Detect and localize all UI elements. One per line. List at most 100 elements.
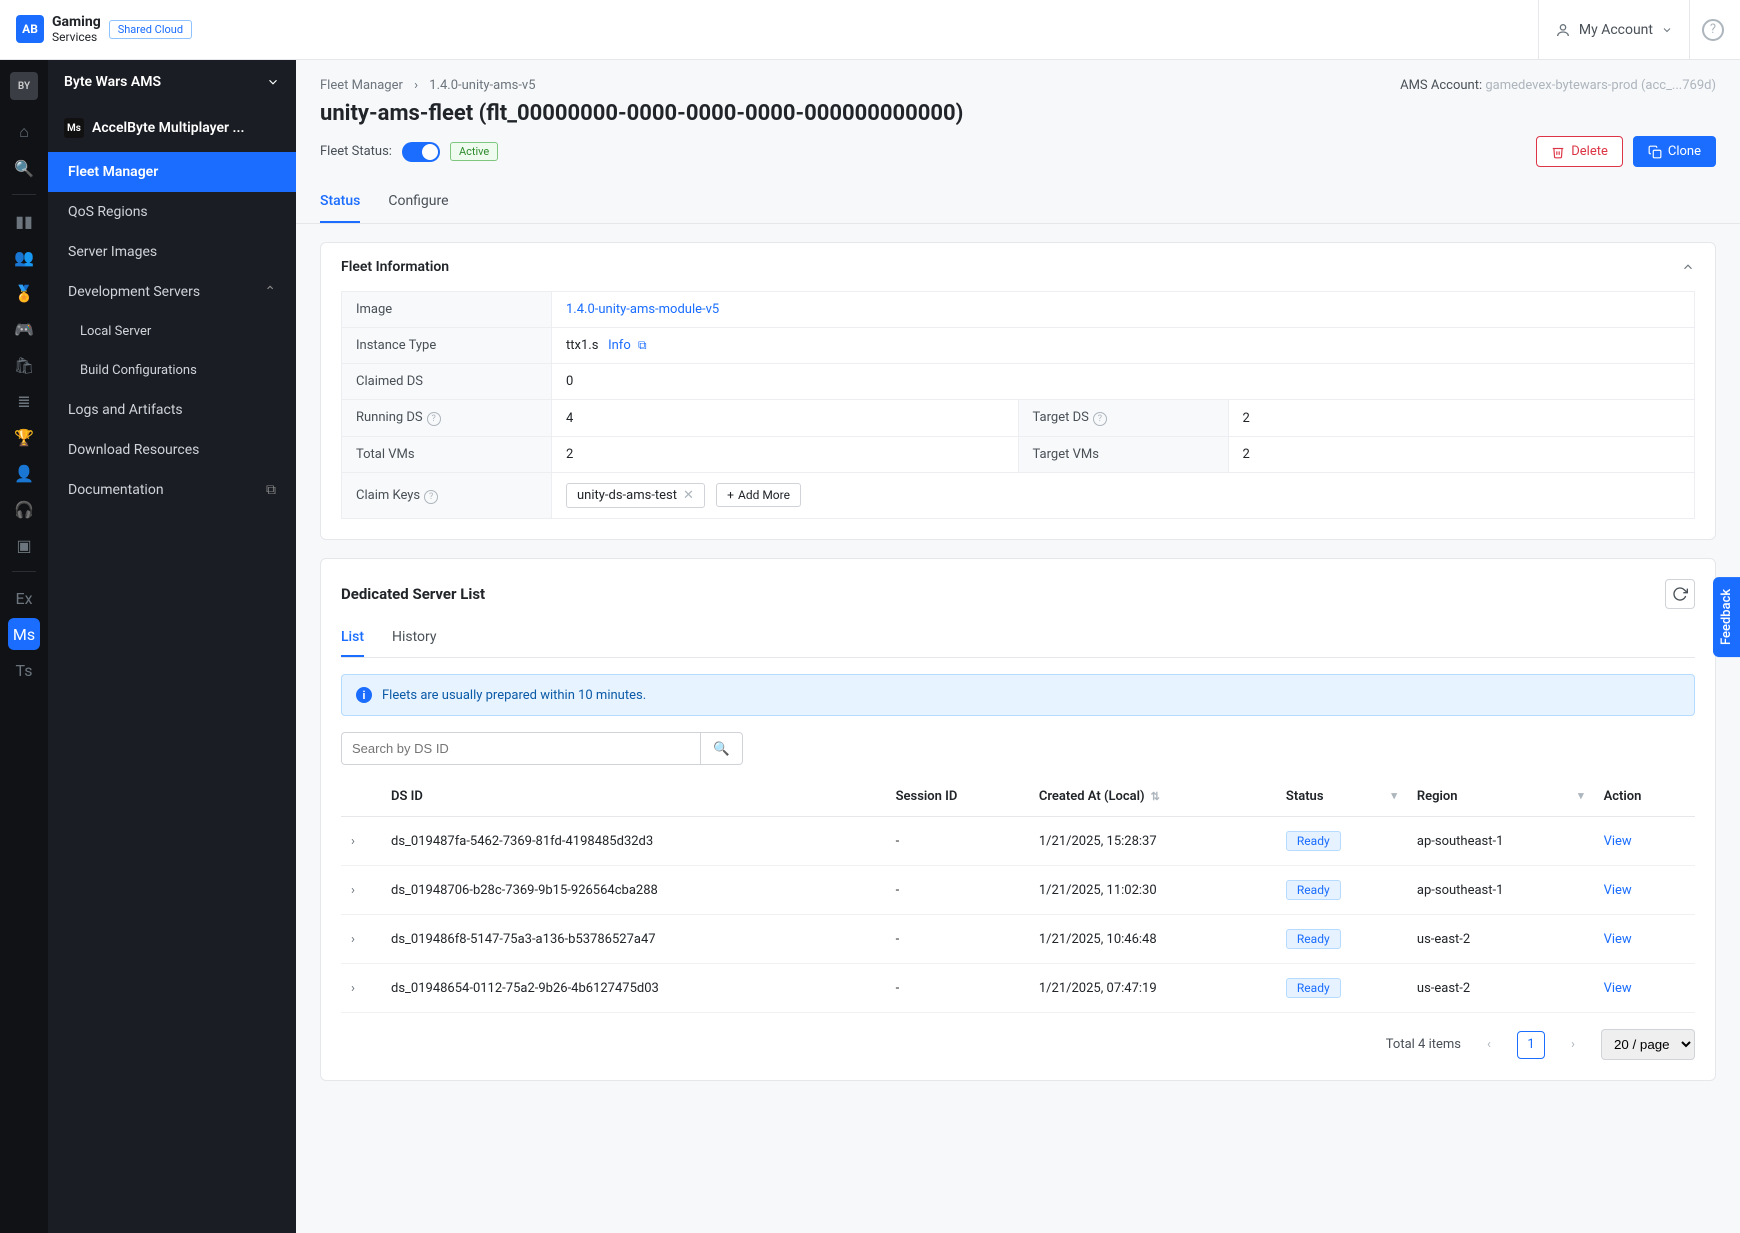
delete-button[interactable]: Delete [1536,136,1623,167]
rail-ms-icon[interactable]: Ms [8,618,40,650]
chevron-down-icon [1661,24,1673,36]
rail-ex-icon[interactable]: Ex [8,582,40,614]
info-label: Target VMs [1018,437,1228,473]
sidebar-item[interactable]: Logs and Artifacts [48,390,296,430]
rail-search-icon[interactable]: 🔍 [8,152,40,184]
col-dsid: DS ID [381,777,886,817]
tab-configure[interactable]: Configure [388,193,448,223]
session-id: - [886,915,1029,964]
ds-id: ds_01948706-b28c-7369-9b15-926564cba288 [381,866,886,915]
fleet-info-card: Fleet Information Image 1.4.0-unity-ams-… [320,242,1716,540]
breadcrumb-leaf: 1.4.0-unity-ams-v5 [429,78,535,93]
table-row: ›ds_019487fa-5462-7369-81fd-4198485d32d3… [341,817,1695,866]
rail-analytics-icon[interactable]: ▮▮ [8,205,40,237]
project-badge[interactable]: BY [10,72,38,100]
refresh-icon [1672,586,1688,602]
instance-info-link[interactable]: Info [608,338,631,353]
sidebar-item[interactable]: Build Configurations [48,351,296,390]
ds-tab-history[interactable]: History [392,619,437,657]
my-account-dropdown[interactable]: My Account [1538,0,1690,60]
created-at: 1/21/2025, 11:02:30 [1029,866,1276,915]
status-badge: Ready [1286,929,1341,949]
col-created[interactable]: Created At (Local)⇅ [1029,777,1276,817]
page-title: unity-ams-fleet (flt_00000000-0000-0000-… [320,101,1716,126]
sidebar-item[interactable]: Fleet Manager [48,152,296,192]
rail-leaderboard-icon[interactable]: 🏅 [8,277,40,309]
fleet-status-toggle[interactable] [402,142,440,162]
add-more-button[interactable]: + Add More [716,483,801,507]
ds-tab-list[interactable]: List [341,619,364,657]
rail-game-icon[interactable]: 🎮 [8,313,40,345]
created-at: 1/21/2025, 15:28:37 [1029,817,1276,866]
expand-row[interactable]: › [341,915,381,964]
rail-store-icon[interactable]: 🛍 [8,349,40,381]
col-session: Session ID [886,777,1029,817]
ds-id: ds_019487fa-5462-7369-81fd-4198485d32d3 [381,817,886,866]
help-icon[interactable]: ? [427,412,441,426]
sidebar-item[interactable]: Development Servers⌃ [48,272,296,312]
ds-id: ds_019486f8-5147-75a3-a136-b53786527a47 [381,915,886,964]
expand-row[interactable]: › [341,817,381,866]
info-label: Instance Type [342,328,552,364]
sidebar-item[interactable]: Download Resources [48,430,296,470]
clone-button[interactable]: Clone [1633,136,1716,167]
rail-terminal-icon[interactable]: ▣ [8,529,40,561]
rail-trophy-icon[interactable]: 🏆 [8,421,40,453]
region: us-east-2 [1407,964,1594,1013]
image-link[interactable]: 1.4.0-unity-ams-module-v5 [566,302,719,317]
next-page[interactable]: › [1559,1031,1587,1059]
search-input[interactable] [341,732,701,765]
session-id: - [886,817,1029,866]
feedback-tab[interactable]: Feedback [1713,576,1740,656]
sidebar-item[interactable]: Documentation⧉ [48,470,296,510]
refresh-button[interactable] [1665,579,1695,609]
table-row: ›ds_01948654-0112-75a2-9b26-4b6127475d03… [341,964,1695,1013]
col-region[interactable]: Region▾ [1407,777,1594,817]
per-page-select[interactable]: 20 / page [1601,1029,1695,1060]
sidebar-item[interactable]: Server Images [48,232,296,272]
rail-storage-icon[interactable]: ≣ [8,385,40,417]
sidebar-item[interactable]: QoS Regions [48,192,296,232]
breadcrumb-root[interactable]: Fleet Manager [320,78,403,93]
col-status[interactable]: Status▾ [1276,777,1407,817]
rail-home-icon[interactable]: ⌂ [8,116,40,148]
rail-users-icon[interactable]: 👥 [8,241,40,273]
ds-id: ds_01948654-0112-75a2-9b26-4b6127475d03 [381,964,886,1013]
view-link[interactable]: View [1604,834,1632,849]
main-content: Fleet Manager › 1.4.0-unity-ams-v5 AMS A… [296,60,1740,1233]
info-icon: i [356,687,372,703]
region: us-east-2 [1407,915,1594,964]
ams-account: AMS Account: gamedevex-bytewars-prod (ac… [1400,78,1716,93]
view-link[interactable]: View [1604,981,1632,996]
project-selector[interactable]: Byte Wars AMS [48,60,296,104]
filter-icon: ▾ [1578,789,1584,802]
tab-status[interactable]: Status [320,193,360,223]
search-button[interactable]: 🔍 [701,732,743,765]
view-link[interactable]: View [1604,883,1632,898]
info-label: Image [342,292,552,328]
claim-key-tag: unity-ds-ams-test ✕ [566,483,705,508]
logo-area: AB Gaming Services Shared Cloud [16,15,192,44]
rail-person-icon[interactable]: 👤 [8,457,40,489]
fleet-info-header[interactable]: Fleet Information [321,243,1715,291]
help-icon[interactable]: ? [1702,19,1724,41]
expand-row[interactable]: › [341,866,381,915]
expand-row[interactable]: › [341,964,381,1013]
page-number[interactable]: 1 [1517,1031,1545,1059]
target-ds-value: 2 [1228,400,1695,437]
info-alert: i Fleets are usually prepared within 10 … [341,674,1695,716]
my-account-label: My Account [1579,22,1653,38]
chevron-up-icon [1681,260,1695,274]
service-title: Ms AccelByte Multiplayer ... [48,104,296,152]
rail-ts-icon[interactable]: Ts [8,654,40,686]
help-icon[interactable]: ? [424,490,438,504]
rail-support-icon[interactable]: 🎧 [8,493,40,525]
info-label: Claimed DS [342,364,552,400]
remove-tag-icon[interactable]: ✕ [683,488,694,503]
ds-table: DS ID Session ID Created At (Local)⇅ Sta… [341,777,1695,1013]
prev-page[interactable]: ‹ [1475,1031,1503,1059]
sidebar-item[interactable]: Local Server [48,312,296,351]
view-link[interactable]: View [1604,932,1632,947]
info-label: Target DS? [1018,400,1228,437]
help-icon[interactable]: ? [1093,412,1107,426]
